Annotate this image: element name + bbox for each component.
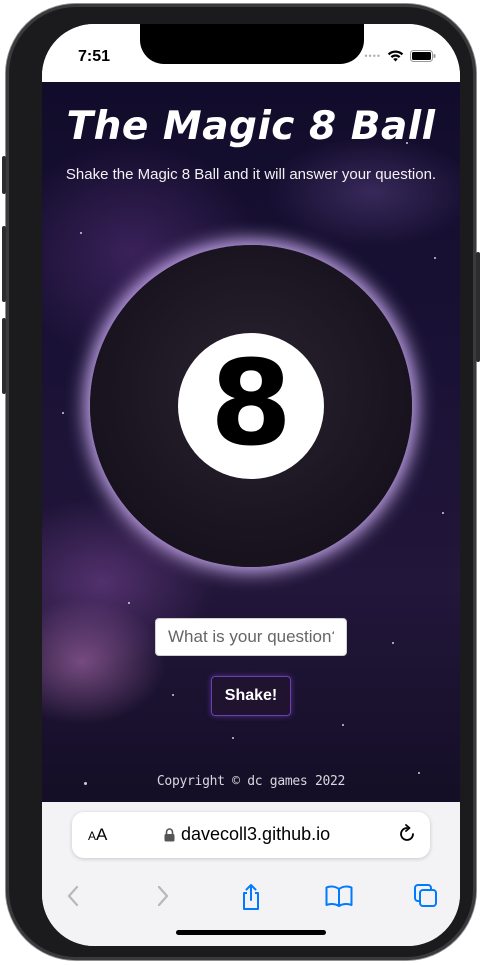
signal-dots-icon: •••• [364,51,381,61]
address-bar[interactable]: AA davecoll3.github.io [72,812,430,858]
status-time: 7:51 [78,48,111,65]
volume-down-button [2,318,6,394]
status-icons: •••• [364,50,436,62]
star [80,232,82,234]
ball-number: 8 [209,334,293,472]
battery-icon [410,50,436,62]
wifi-icon [387,50,404,62]
lock-icon [164,827,175,841]
star [434,257,436,259]
back-icon[interactable] [64,882,84,910]
notch [140,24,364,64]
shake-button[interactable]: Shake! [211,676,291,716]
tabs-icon[interactable] [412,882,440,910]
question-input[interactable] [155,618,347,656]
magic-8-ball: 8 [90,245,412,567]
copyright-text: Copyright © dc games 2022 [156,774,346,789]
star [442,512,444,514]
safari-bottom-bar: AA davecoll3.github.io [42,802,460,946]
power-button [476,252,480,362]
star [342,724,344,726]
reload-icon[interactable] [396,823,418,845]
phone-frame: 7:51 •••• The Magic 8 Ball Shake the Mag… [2,4,480,960]
page-subtitle: Shake the Magic 8 Ball and it will answe… [65,166,437,183]
forward-icon[interactable] [152,882,172,910]
home-indicator [176,930,326,935]
mute-switch [2,156,6,194]
star [128,602,130,604]
page-title: The Magic 8 Ball [66,104,436,149]
ball-face: 8 [178,333,324,479]
star [392,642,394,644]
star [232,737,234,739]
star [172,694,174,696]
web-page: The Magic 8 Ball Shake the Magic 8 Ball … [42,82,460,802]
share-icon[interactable] [238,882,264,912]
text-size-icon[interactable]: AA [88,825,107,845]
phone-screen: 7:51 •••• The Magic 8 Ball Shake the Mag… [42,24,460,946]
volume-up-button [2,226,6,302]
url-display[interactable]: davecoll3.github.io [164,824,330,845]
url-text: davecoll3.github.io [181,824,331,844]
safari-toolbar [42,882,460,922]
bookmarks-icon[interactable] [324,882,354,910]
